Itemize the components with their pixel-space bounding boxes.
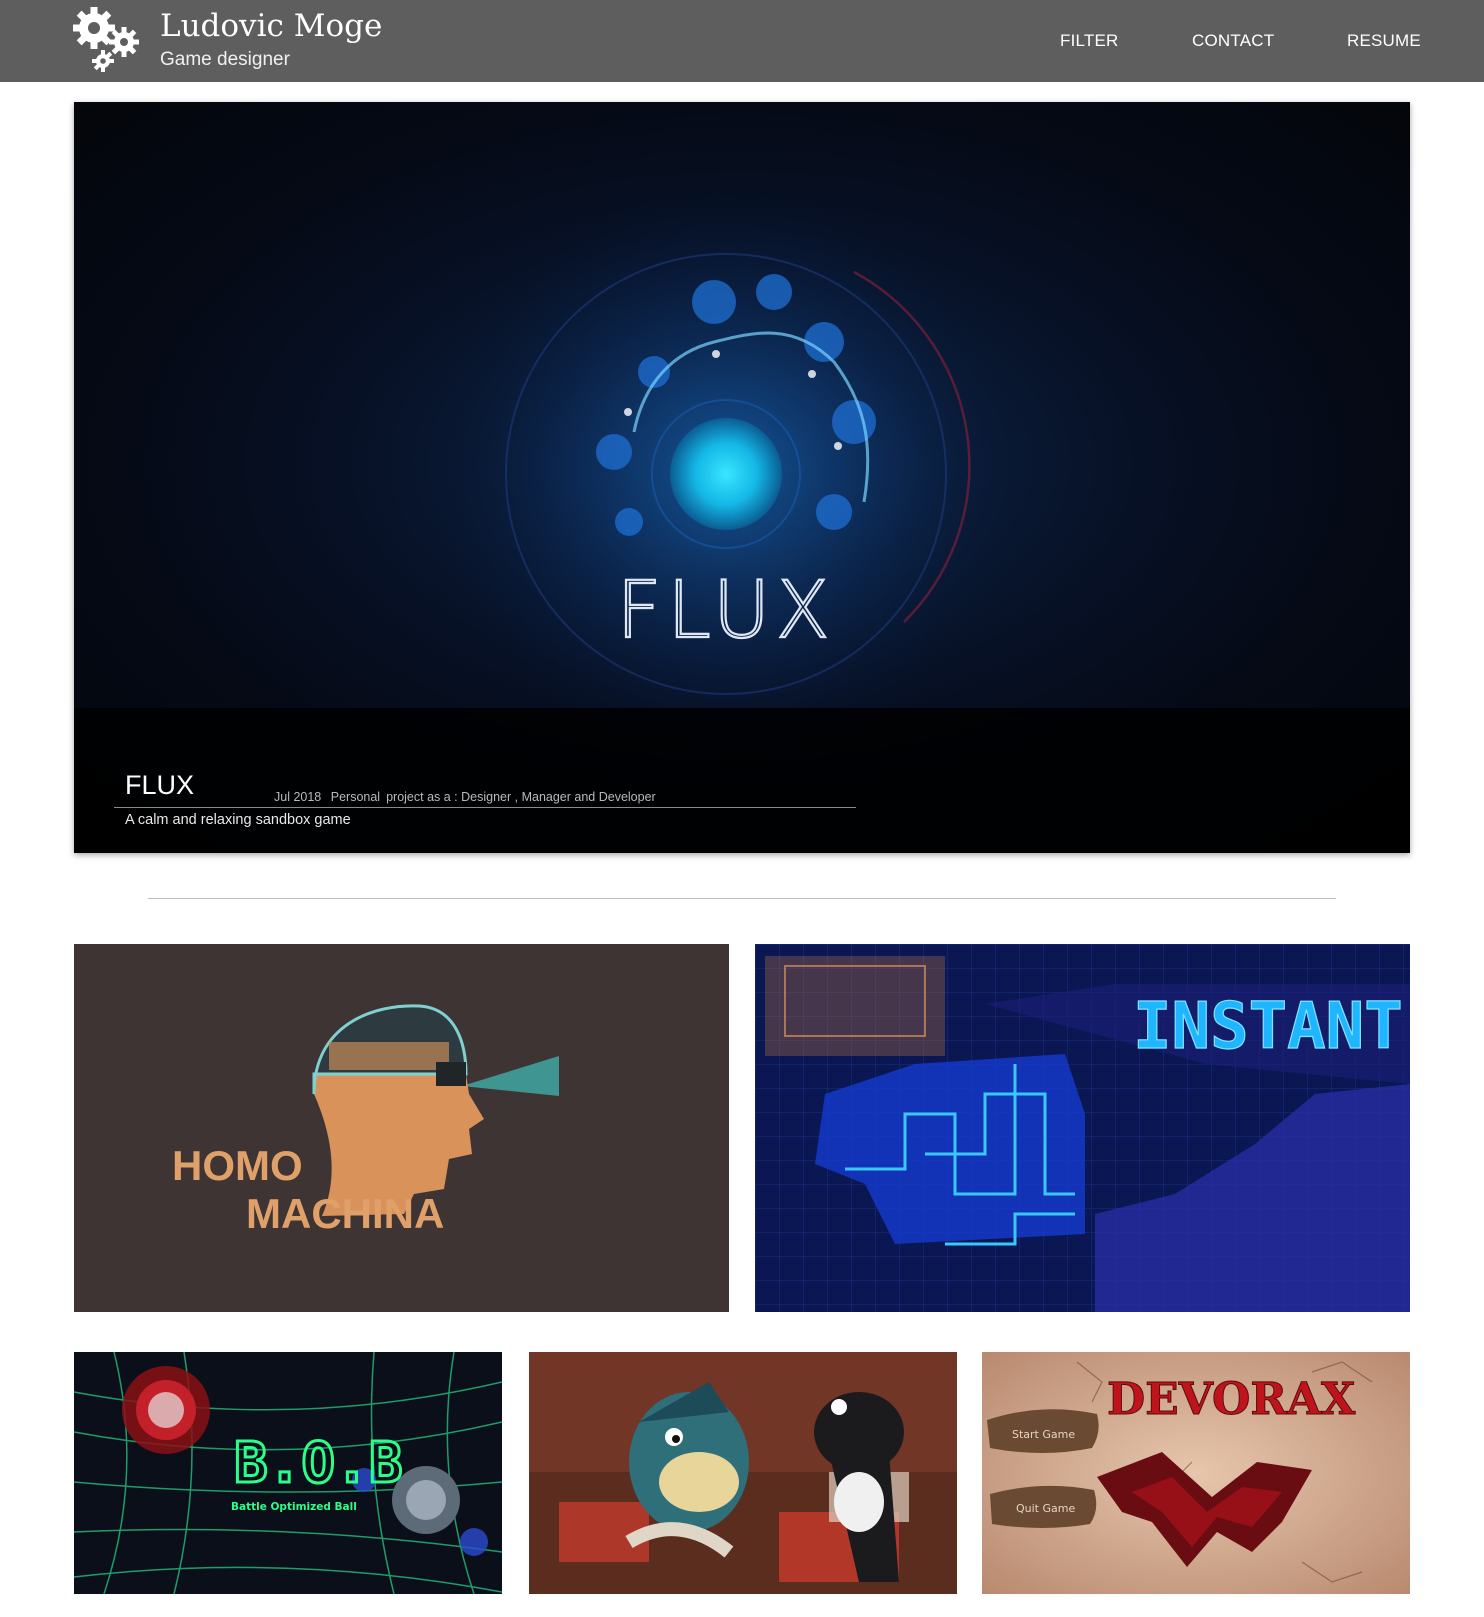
machina-logo-text: MACHINA: [246, 1190, 444, 1237]
nav-resume-link[interactable]: RESUME: [1347, 31, 1421, 51]
featured-project-card[interactable]: FLUX FLUX Jul 2018 Personal project as a …: [74, 102, 1410, 853]
project-tile-homo-machina[interactable]: HOMO MACHINA: [74, 944, 729, 1312]
instant-cover: INSTANT: [755, 944, 1410, 1312]
flux-logo-text: FLUX: [617, 566, 836, 656]
project-tile-clay-figures[interactable]: [529, 1352, 957, 1594]
featured-title[interactable]: FLUX: [125, 770, 194, 801]
featured-project-type: Personal: [330, 790, 381, 804]
nav-filter-link[interactable]: FILTER: [1060, 31, 1119, 51]
clay-figures-cover: [529, 1352, 957, 1594]
devorax-logo-text: DEVORAX: [1107, 1374, 1356, 1425]
caption-divider: [114, 807, 856, 808]
caption-overlay: [74, 708, 1410, 853]
devorax-cover: DEVORAX Start Game Quit Game: [982, 1352, 1410, 1594]
bob-logo-text: B.O.B: [234, 1431, 403, 1496]
featured-description: A calm and relaxing sandbox game: [125, 812, 351, 828]
site-title[interactable]: Ludovic Moge: [160, 8, 382, 44]
site-header: Ludovic Moge Game designer FILTER CONTAC…: [0, 0, 1484, 82]
gears-icon[interactable]: [72, 4, 142, 72]
devorax-quit-label: Quit Game: [1016, 1502, 1075, 1515]
project-tile-bob[interactable]: B.O.B Battle Optimized Ball: [74, 1352, 502, 1594]
bob-tagline: Battle Optimized Ball: [231, 1501, 357, 1513]
bob-cover: B.O.B Battle Optimized Ball: [74, 1352, 502, 1594]
section-divider: [148, 898, 1336, 899]
featured-role: project as a : Designer , Manager and De…: [386, 790, 656, 804]
nav-contact-link[interactable]: CONTACT: [1192, 31, 1274, 51]
featured-meta: Jul 2018 Personal project as a : Designer…: [274, 790, 662, 804]
site-subtitle: Game designer: [160, 49, 290, 70]
project-tile-instant[interactable]: INSTANT: [755, 944, 1410, 1312]
devorax-start-label: Start Game: [1012, 1428, 1075, 1441]
instant-logo-text: INSTANT: [1133, 990, 1403, 1064]
homo-machina-cover: HOMO MACHINA: [74, 944, 729, 1312]
homo-logo-text: HOMO: [172, 1142, 303, 1189]
featured-date: Jul 2018: [274, 790, 322, 804]
project-tile-devorax[interactable]: DEVORAX Start Game Quit Game: [982, 1352, 1410, 1594]
